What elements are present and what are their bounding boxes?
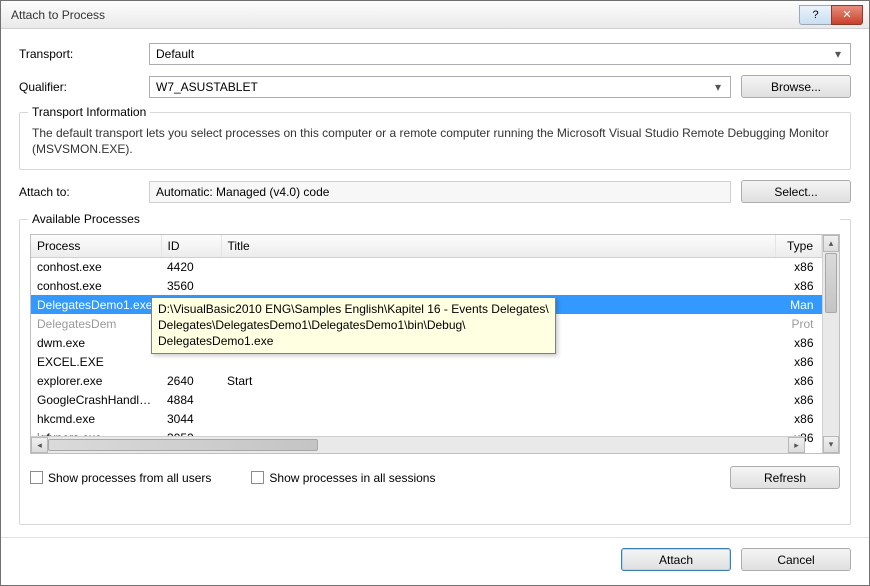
scroll-up-icon[interactable]: ▴: [823, 235, 839, 252]
available-processes-legend: Available Processes: [28, 212, 840, 226]
titlebar: Attach to Process ? ✕: [1, 1, 869, 29]
cell-id: 3560: [161, 276, 221, 295]
cell-type: x86: [776, 390, 822, 409]
chevron-down-icon: ▾: [830, 47, 846, 61]
help-button[interactable]: ?: [799, 5, 831, 25]
col-process[interactable]: Process: [31, 235, 161, 257]
path-tooltip: D:\VisualBasic2010 ENG\Samples English\K…: [151, 297, 556, 354]
attach-button[interactable]: Attach: [621, 548, 731, 571]
cell-title: [221, 276, 776, 295]
chevron-down-icon: ▾: [710, 80, 726, 94]
dialog-footer: Attach Cancel: [1, 537, 869, 585]
transport-combo[interactable]: Default ▾: [149, 43, 851, 65]
horizontal-scrollbar[interactable]: ◂ ▸: [31, 436, 805, 453]
cell-type: x86: [776, 371, 822, 390]
transport-label: Transport:: [19, 47, 139, 61]
show-all-users-checkbox[interactable]: Show processes from all users: [30, 471, 211, 485]
cell-title: [221, 257, 776, 276]
transport-info-group: Transport Information The default transp…: [19, 112, 851, 170]
attach-to-value: Automatic: Managed (v4.0) code: [156, 185, 329, 199]
select-button[interactable]: Select...: [741, 180, 851, 203]
attach-to-process-dialog: Attach to Process ? ✕ Transport: Default…: [0, 0, 870, 586]
cell-process: hkcmd.exe: [31, 409, 161, 428]
qualifier-combo[interactable]: W7_ASUSTABLET ▾: [149, 76, 731, 98]
titlebar-buttons: ? ✕: [799, 5, 863, 25]
window-title: Attach to Process: [11, 8, 799, 22]
cell-type: Man: [776, 295, 822, 314]
browse-button[interactable]: Browse...: [741, 75, 851, 98]
cell-process: GoogleCrashHandler...: [31, 390, 161, 409]
cell-id: 3044: [161, 409, 221, 428]
process-table-scroll: Process ID Title Type conhost.exe4420 x86…: [31, 235, 822, 453]
cell-process: explorer.exe: [31, 371, 161, 390]
process-table-wrap: Process ID Title Type conhost.exe4420 x86…: [30, 234, 840, 454]
table-row[interactable]: conhost.exe3560 x86: [31, 276, 822, 295]
vertical-scrollbar[interactable]: ▴ ▾: [822, 235, 839, 453]
table-row[interactable]: hkcmd.exe3044 x86: [31, 409, 822, 428]
h-thumb[interactable]: [48, 439, 318, 451]
cell-title: Start: [221, 371, 776, 390]
cell-process: DelegatesDemo1.exe: [31, 295, 161, 314]
transport-value: Default: [156, 47, 194, 61]
cell-id: 4884: [161, 390, 221, 409]
cell-type: x86: [776, 409, 822, 428]
qualifier-value: W7_ASUSTABLET: [156, 80, 258, 94]
refresh-button[interactable]: Refresh: [730, 466, 840, 489]
transport-row: Transport: Default ▾: [19, 43, 851, 65]
cell-process: EXCEL.EXE: [31, 352, 161, 371]
transport-info-legend: Transport Information: [28, 105, 150, 119]
cell-id: [161, 352, 221, 371]
cell-process: DelegatesDem: [31, 314, 161, 333]
close-button[interactable]: ✕: [831, 5, 863, 25]
cell-title: [221, 390, 776, 409]
cell-process: conhost.exe: [31, 276, 161, 295]
cell-type: x86: [776, 257, 822, 276]
v-thumb[interactable]: [825, 253, 837, 313]
options-row: Show processes from all users Show proce…: [30, 466, 840, 489]
cell-type: x86: [776, 276, 822, 295]
attach-to-row: Attach to: Automatic: Managed (v4.0) cod…: [19, 180, 851, 203]
table-row[interactable]: EXCEL.EXE x86: [31, 352, 822, 371]
table-row[interactable]: explorer.exe2640Startx86: [31, 371, 822, 390]
show-all-sessions-checkbox[interactable]: Show processes in all sessions: [251, 471, 435, 485]
available-processes-group: Available Processes Process ID Title Ty: [19, 219, 851, 525]
col-title[interactable]: Title: [221, 235, 776, 257]
cell-id: 2640: [161, 371, 221, 390]
cancel-button[interactable]: Cancel: [741, 548, 851, 571]
attach-to-display: Automatic: Managed (v4.0) code: [149, 181, 731, 203]
cell-title: [221, 409, 776, 428]
dialog-content: Transport: Default ▾ Qualifier: W7_ASUST…: [1, 29, 869, 537]
scroll-right-icon[interactable]: ▸: [788, 437, 805, 453]
attach-to-label: Attach to:: [19, 185, 139, 199]
cell-title: [221, 352, 776, 371]
cell-type: Prot: [776, 314, 822, 333]
cell-process: dwm.exe: [31, 333, 161, 352]
table-header-row: Process ID Title Type: [31, 235, 822, 257]
checkbox-icon: [30, 471, 43, 484]
qualifier-label: Qualifier:: [19, 80, 139, 94]
col-type[interactable]: Type: [776, 235, 822, 257]
scroll-left-icon[interactable]: ◂: [31, 437, 48, 453]
cell-id: 4420: [161, 257, 221, 276]
transport-info-text: The default transport lets you select pr…: [32, 125, 838, 157]
qualifier-row: Qualifier: W7_ASUSTABLET ▾ Browse...: [19, 75, 851, 98]
cell-process: conhost.exe: [31, 257, 161, 276]
col-id[interactable]: ID: [161, 235, 221, 257]
cell-type: x86: [776, 352, 822, 371]
checkbox-icon: [251, 471, 264, 484]
table-row[interactable]: conhost.exe4420 x86: [31, 257, 822, 276]
scroll-down-icon[interactable]: ▾: [823, 436, 839, 453]
table-row[interactable]: GoogleCrashHandler...4884 x86: [31, 390, 822, 409]
cell-type: x86: [776, 333, 822, 352]
